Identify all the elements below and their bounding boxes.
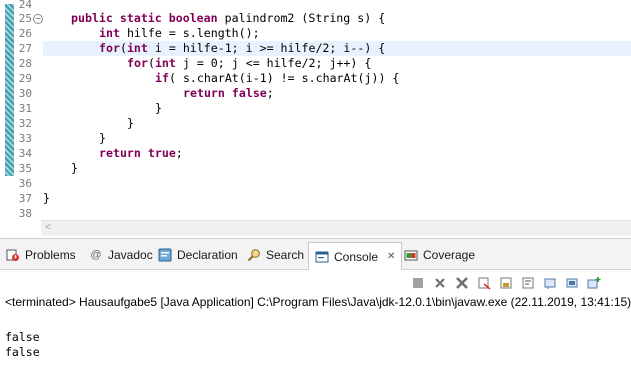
search-icon (247, 248, 261, 262)
line-number: 26 (18, 27, 32, 40)
pin-console-icon[interactable] (542, 275, 558, 291)
line-number: 31 (18, 102, 32, 115)
console-icon (315, 250, 329, 264)
problems-icon (6, 248, 20, 262)
console-output-line: false (5, 345, 40, 359)
line-number: 27 (18, 42, 32, 55)
console-output[interactable]: false false (5, 330, 40, 360)
keyword-token: int (154, 56, 176, 70)
line-number: 36 (18, 177, 32, 190)
code-line: } (71, 161, 78, 175)
scroll-lock-icon[interactable] (498, 275, 514, 291)
terminate-icon[interactable] (410, 275, 426, 291)
code-line: } (43, 191, 50, 205)
code-line: return false; (183, 86, 274, 100)
keyword-token: int (99, 26, 120, 40)
tab-problems[interactable]: Problems (6, 243, 76, 267)
panel-tab-bar: Problems @ Javadoc Declaration Search Co… (0, 239, 631, 270)
keyword-token: public (71, 11, 113, 25)
fold-collapse-icon[interactable]: − (33, 14, 43, 24)
tab-console[interactable]: Console ✕ (308, 242, 403, 270)
tab-label: Javadoc (108, 248, 153, 262)
line-number: 37 (18, 192, 32, 205)
keyword-token: if (155, 71, 169, 85)
console-toolbar (410, 273, 602, 293)
line-number: 34 (18, 147, 32, 160)
keyword-token: static (119, 11, 162, 25)
remove-launch-icon[interactable] (432, 275, 448, 291)
code-line: public static boolean palindrom2 (String… (71, 11, 386, 25)
line-number: 29 (18, 72, 32, 85)
line-number: 32 (18, 117, 32, 130)
keyword-token: return (183, 86, 225, 100)
keyword-token: for (127, 56, 148, 70)
code-line: } (127, 116, 134, 130)
change-marker-bar (5, 4, 14, 176)
horizontal-scrollbar[interactable]: < (41, 220, 631, 236)
clear-console-icon[interactable] (476, 275, 492, 291)
tab-label: Problems (25, 248, 76, 262)
tab-label: Search (266, 248, 305, 262)
line-number: 30 (18, 87, 32, 100)
line-number: 33 (18, 132, 32, 145)
tab-search[interactable]: Search (247, 243, 304, 267)
display-console-icon[interactable] (564, 275, 580, 291)
coverage-icon (404, 248, 418, 262)
word-wrap-icon[interactable] (520, 275, 536, 291)
console-launch-header: <terminated> Hausaufgabe5 [Java Applicat… (5, 295, 631, 309)
current-code-line: for(int i = hilfe-1; i >= hilfe/2; i--) … (43, 41, 631, 56)
tab-label: Declaration (177, 248, 238, 262)
line-number: 38 (18, 207, 32, 220)
code-editor[interactable]: 24 25 − 26 27 28 29 30 31 32 33 34 35 36… (0, 0, 631, 236)
keyword-token: int (126, 41, 148, 55)
code-line: } (99, 131, 106, 145)
tab-javadoc[interactable]: @ Javadoc (89, 243, 153, 267)
code-line: if( s.charAt(i-1) != s.charAt(j)) { (155, 71, 400, 85)
line-number: 28 (18, 57, 32, 70)
keyword-token: for (99, 41, 120, 55)
code-line: return true; (99, 146, 183, 160)
code-line: int hilfe = s.length(); (99, 26, 260, 40)
new-console-icon[interactable] (586, 275, 602, 291)
code-line: for(int j = 0; j <= hilfe/2; j++) { (127, 56, 372, 70)
tab-label: Console (334, 249, 379, 264)
keyword-token: return (99, 146, 141, 160)
javadoc-icon: @ (90, 249, 102, 261)
close-icon[interactable]: ✕ (387, 251, 395, 262)
line-number: 35 (18, 162, 32, 175)
keyword-token: true (147, 146, 176, 160)
code-line: } (155, 101, 162, 115)
line-number: 25 (18, 12, 32, 25)
tab-declaration[interactable]: Declaration (158, 243, 238, 267)
scroll-left-arrow-icon[interactable]: < (45, 222, 51, 233)
remove-all-terminated-icon[interactable] (454, 275, 470, 291)
tab-coverage[interactable]: Coverage (404, 243, 475, 267)
keyword-token: false (231, 86, 267, 100)
declaration-icon (158, 248, 172, 262)
console-output-line: false (5, 330, 40, 344)
tab-label: Coverage (423, 248, 476, 262)
bottom-panel: Problems @ Javadoc Declaration Search Co… (0, 238, 631, 368)
keyword-token: boolean (168, 11, 218, 25)
